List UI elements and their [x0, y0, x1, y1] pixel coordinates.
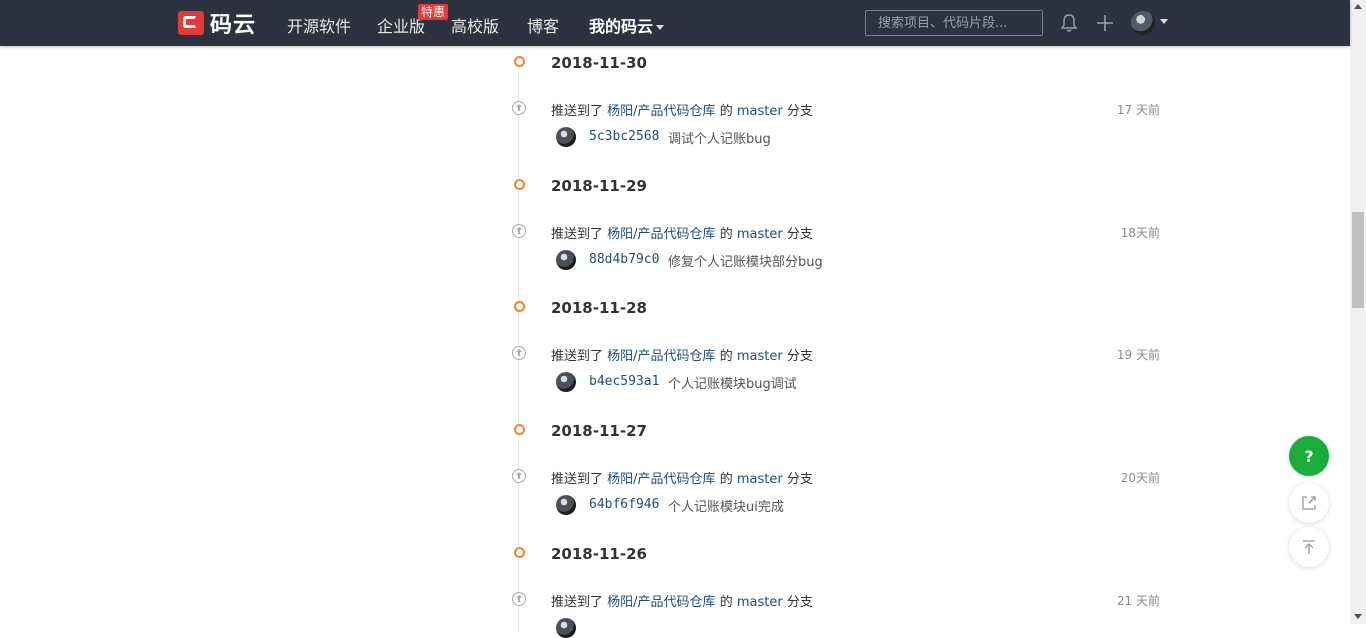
- push-prefix: 推送到了: [551, 595, 604, 610]
- logo[interactable]: 码云: [178, 10, 257, 38]
- push-prefix: 推送到了: [551, 227, 604, 242]
- back-to-top-button[interactable]: [1289, 527, 1329, 567]
- logo-text: 码云: [210, 13, 257, 38]
- date-dot: [514, 301, 525, 312]
- chevron-down-icon[interactable]: [1160, 19, 1168, 24]
- date-label: 2018-11-26: [551, 545, 647, 563]
- commit-message: 个人记账模块ui完成: [668, 500, 784, 515]
- gitee-logo-icon: [178, 11, 204, 35]
- nav-education[interactable]: 高校版: [451, 13, 499, 37]
- push-icon: [512, 224, 526, 238]
- commit-message: 修复个人记账模块部分bug: [668, 255, 823, 270]
- of-text: 的: [719, 472, 733, 487]
- top-navbar: 码云 开源软件 企业版 特惠 高校版 博客 我的码云: [0, 0, 1350, 46]
- repo-link[interactable]: 杨阳/产品代码仓库: [607, 472, 715, 487]
- push-event: 推送到了 杨阳/产品代码仓库 的 master 分支: [551, 100, 813, 119]
- promo-badge: 特惠: [418, 4, 449, 20]
- nav-open-source[interactable]: 开源软件: [287, 13, 351, 37]
- nav-my-gitee[interactable]: 我的码云: [589, 13, 665, 37]
- commit-message: 调试个人记账bug: [668, 132, 771, 147]
- branch-link[interactable]: master: [737, 104, 783, 119]
- push-event: 推送到了 杨阳/产品代码仓库 的 master 分支: [551, 345, 813, 364]
- share-button[interactable]: [1289, 483, 1329, 523]
- repo-link[interactable]: 杨阳/产品代码仓库: [607, 227, 715, 242]
- scroll-down-icon[interactable]: [1354, 614, 1362, 619]
- date-dot: [514, 547, 525, 558]
- commit-message: 个人记账模块bug调试: [668, 377, 797, 392]
- commit-hash-link[interactable]: 88d4b79c0: [589, 252, 659, 267]
- time-ago: 20天前: [1120, 471, 1160, 485]
- branch-link[interactable]: master: [737, 227, 783, 242]
- date-label: 2018-11-27: [551, 422, 647, 440]
- push-prefix: 推送到了: [551, 472, 604, 487]
- user-avatar[interactable]: [1131, 11, 1155, 35]
- date-label: 2018-11-28: [551, 299, 647, 317]
- nav-blog[interactable]: 博客: [527, 13, 559, 37]
- scrollbar-thumb[interactable]: [1352, 212, 1364, 308]
- time-ago: 19 天前: [1116, 348, 1160, 362]
- of-text: 的: [719, 227, 733, 242]
- repo-link[interactable]: 杨阳/产品代码仓库: [607, 349, 715, 364]
- push-event: 推送到了 杨阳/产品代码仓库 的 master 分支: [551, 468, 813, 487]
- of-text: 的: [719, 349, 733, 364]
- of-text: 的: [719, 104, 733, 119]
- push-icon: [512, 101, 526, 115]
- push-prefix: 推送到了: [551, 104, 604, 119]
- external-link-icon: [1302, 496, 1316, 510]
- nav-my-gitee-label: 我的码云: [589, 17, 654, 36]
- repo-link[interactable]: 杨阳/产品代码仓库: [607, 104, 715, 119]
- commit-avatar[interactable]: [556, 618, 576, 638]
- push-event: 推送到了 杨阳/产品代码仓库 的 master 分支: [551, 223, 813, 242]
- push-icon: [512, 469, 526, 483]
- push-icon: [512, 346, 526, 360]
- branch-suffix: 分支: [786, 104, 813, 119]
- repo-link[interactable]: 杨阳/产品代码仓库: [607, 595, 715, 610]
- push-icon: [512, 592, 526, 606]
- time-ago: 17 天前: [1116, 103, 1160, 117]
- scroll-up-icon[interactable]: [1354, 4, 1362, 9]
- chevron-down-icon: [656, 25, 665, 30]
- date-label: 2018-11-29: [551, 177, 647, 195]
- commit-avatar[interactable]: [556, 250, 576, 270]
- search-input[interactable]: [865, 10, 1043, 36]
- time-ago: 18天前: [1120, 226, 1160, 240]
- branch-link[interactable]: master: [737, 595, 783, 610]
- date-dot: [514, 56, 525, 67]
- commit-avatar[interactable]: [556, 127, 576, 147]
- push-prefix: 推送到了: [551, 349, 604, 364]
- plus-icon[interactable]: [1094, 12, 1116, 34]
- bell-icon[interactable]: [1058, 12, 1080, 34]
- branch-link[interactable]: master: [737, 349, 783, 364]
- branch-suffix: 分支: [786, 227, 813, 242]
- commit-hash-link[interactable]: 5c3bc2568: [589, 129, 659, 144]
- arrow-up-icon: [1303, 540, 1315, 554]
- branch-suffix: 分支: [786, 349, 813, 364]
- commit-hash-link[interactable]: b4ec593a1: [589, 374, 659, 389]
- date-label: 2018-11-30: [551, 54, 647, 72]
- branch-link[interactable]: master: [737, 472, 783, 487]
- branch-suffix: 分支: [786, 472, 813, 487]
- of-text: 的: [719, 595, 733, 610]
- time-ago: 21 天前: [1116, 594, 1160, 608]
- branch-suffix: 分支: [786, 595, 813, 610]
- date-dot: [514, 424, 525, 435]
- commit-avatar[interactable]: [556, 495, 576, 515]
- commit-avatar[interactable]: [556, 372, 576, 392]
- push-event: 推送到了 杨阳/产品代码仓库 的 master 分支: [551, 591, 813, 610]
- date-dot: [514, 179, 525, 190]
- scrollbar-track[interactable]: [1350, 0, 1366, 624]
- commit-hash-link[interactable]: 64bf6f946: [589, 497, 659, 512]
- help-button[interactable]: ?: [1289, 436, 1329, 476]
